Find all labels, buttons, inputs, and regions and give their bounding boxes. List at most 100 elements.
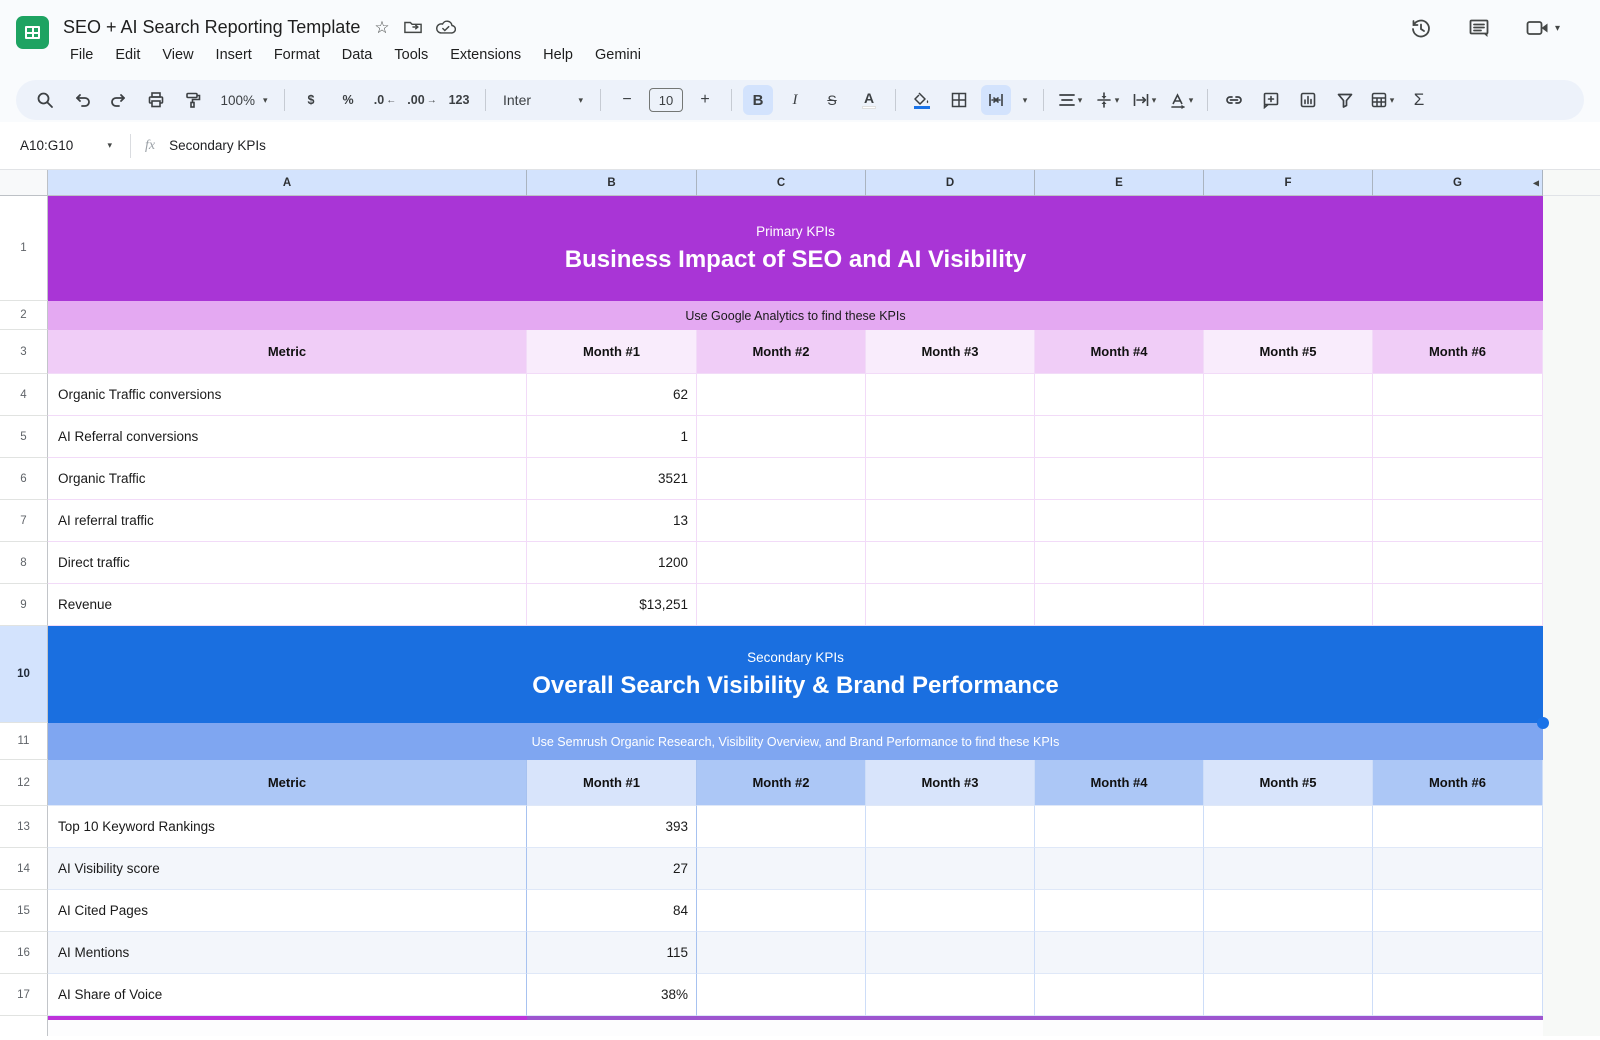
menu-tools[interactable]: Tools xyxy=(387,45,435,65)
cell-empty[interactable] xyxy=(1204,500,1373,542)
italic-button[interactable]: I xyxy=(780,85,810,115)
meet-dropdown-caret-icon[interactable]: ▾ xyxy=(1555,23,1560,34)
cell-empty[interactable] xyxy=(1035,542,1204,584)
menu-data[interactable]: Data xyxy=(335,45,380,65)
row-header-10[interactable]: 10 xyxy=(0,626,48,723)
row-header-15[interactable]: 15 xyxy=(0,890,48,932)
font-size-input[interactable]: 10 xyxy=(649,88,683,112)
column-header-f[interactable]: F xyxy=(1204,170,1373,196)
move-to-folder-icon[interactable] xyxy=(404,19,422,35)
cell-month1-value[interactable]: $13,251 xyxy=(527,584,697,626)
header-cell-month6[interactable]: Month #6 xyxy=(1373,330,1543,374)
format-percent-button[interactable]: % xyxy=(333,85,363,115)
row-header-17[interactable]: 17 xyxy=(0,974,48,1016)
cell-empty[interactable] xyxy=(1373,584,1543,626)
text-rotation-button[interactable]: ▾ xyxy=(1166,85,1196,115)
bold-button[interactable]: B xyxy=(743,85,773,115)
cell-metric[interactable]: Top 10 Keyword Rankings xyxy=(48,806,527,848)
hidden-columns-icon[interactable]: ◀ xyxy=(1533,178,1539,187)
cell-empty[interactable] xyxy=(697,974,866,1016)
cell-empty[interactable] xyxy=(1373,542,1543,584)
row-header-11[interactable]: 11 xyxy=(0,723,48,760)
cell-empty[interactable] xyxy=(697,542,866,584)
column-header-a[interactable]: A xyxy=(48,170,527,196)
cell-empty[interactable] xyxy=(866,458,1035,500)
document-title[interactable]: SEO + AI Search Reporting Template xyxy=(63,17,360,38)
name-box[interactable]: A10:G10 ▾ xyxy=(10,134,122,157)
column-header-c[interactable]: C xyxy=(697,170,866,196)
cell-metric[interactable]: AI referral traffic xyxy=(48,500,527,542)
cell-empty[interactable] xyxy=(1373,974,1543,1016)
format-currency-button[interactable]: $ xyxy=(296,85,326,115)
secondary-kpis-note-cell[interactable]: Use Semrush Organic Research, Visibility… xyxy=(48,723,1543,760)
selection-handle[interactable] xyxy=(1537,717,1549,729)
cell-month1-value[interactable]: 115 xyxy=(527,932,697,974)
cell-empty[interactable] xyxy=(697,848,866,890)
header-cell-month2[interactable]: Month #2 xyxy=(697,330,866,374)
comments-icon[interactable] xyxy=(1467,16,1491,40)
row-header-6[interactable]: 6 xyxy=(0,458,48,500)
cell-empty[interactable] xyxy=(697,500,866,542)
merge-cells-button[interactable] xyxy=(981,85,1011,115)
star-icon[interactable]: ☆ xyxy=(374,19,389,36)
functions-button[interactable]: Σ xyxy=(1404,85,1434,115)
cell-month1-value[interactable]: 13 xyxy=(527,500,697,542)
row-header-16[interactable]: 16 xyxy=(0,932,48,974)
row-header-13[interactable]: 13 xyxy=(0,806,48,848)
cell-metric[interactable]: Organic Traffic conversions xyxy=(48,374,527,416)
column-header-d[interactable]: D xyxy=(866,170,1035,196)
cell-empty[interactable] xyxy=(697,458,866,500)
horizontal-align-button[interactable]: ▾ xyxy=(1055,85,1085,115)
cell-metric[interactable]: AI Mentions xyxy=(48,932,527,974)
cell-empty[interactable] xyxy=(1204,974,1373,1016)
cell-empty[interactable] xyxy=(1373,500,1543,542)
cell-empty[interactable] xyxy=(1204,374,1373,416)
cell-empty[interactable] xyxy=(1035,974,1204,1016)
menu-help[interactable]: Help xyxy=(536,45,580,65)
cell-empty[interactable] xyxy=(866,806,1035,848)
cell-empty[interactable] xyxy=(697,806,866,848)
primary-kpis-band-cell[interactable]: Primary KPIs Business Impact of SEO and … xyxy=(48,196,1543,301)
fill-color-button[interactable] xyxy=(907,85,937,115)
decrease-font-size-button[interactable]: − xyxy=(612,85,642,115)
header-cell-month4[interactable]: Month #4 xyxy=(1035,760,1204,806)
merge-cells-caret-icon[interactable]: ▾ xyxy=(1018,85,1032,115)
row-header-12[interactable]: 12 xyxy=(0,760,48,806)
cell-empty[interactable] xyxy=(1204,584,1373,626)
menu-extensions[interactable]: Extensions xyxy=(443,45,528,65)
menu-edit[interactable]: Edit xyxy=(108,45,147,65)
row-header-5[interactable]: 5 xyxy=(0,416,48,458)
header-cell-month1[interactable]: Month #1 xyxy=(527,760,697,806)
cell-metric[interactable]: Organic Traffic xyxy=(48,458,527,500)
cell-empty[interactable] xyxy=(866,974,1035,1016)
row-header-1[interactable]: 1 xyxy=(0,196,48,301)
header-cell-month6[interactable]: Month #6 xyxy=(1373,760,1543,806)
row-header-3[interactable]: 3 xyxy=(0,330,48,374)
cell-empty[interactable] xyxy=(1373,374,1543,416)
cell-month1-value[interactable]: 1200 xyxy=(527,542,697,584)
increase-font-size-button[interactable]: + xyxy=(690,85,720,115)
cell-month1-value[interactable]: 3521 xyxy=(527,458,697,500)
cell-empty[interactable] xyxy=(866,416,1035,458)
cell-empty[interactable] xyxy=(866,848,1035,890)
cell-empty[interactable] xyxy=(697,416,866,458)
cell-empty[interactable] xyxy=(1204,890,1373,932)
paint-format-icon[interactable] xyxy=(178,85,208,115)
text-color-button[interactable]: A xyxy=(854,85,884,115)
secondary-kpis-band-cell[interactable]: Secondary KPIs Overall Search Visibility… xyxy=(48,626,1543,723)
zoom-select[interactable]: 100% ▾ xyxy=(215,85,273,115)
cell-empty[interactable] xyxy=(1373,932,1543,974)
cell-empty[interactable] xyxy=(866,584,1035,626)
cell-empty[interactable] xyxy=(866,542,1035,584)
cell-empty[interactable] xyxy=(1204,458,1373,500)
header-cell-month4[interactable]: Month #4 xyxy=(1035,330,1204,374)
menu-view[interactable]: View xyxy=(155,45,200,65)
search-icon[interactable] xyxy=(30,85,60,115)
primary-kpis-note-cell[interactable]: Use Google Analytics to find these KPIs xyxy=(48,301,1543,330)
cell-metric[interactable]: AI Cited Pages xyxy=(48,890,527,932)
cell-empty[interactable] xyxy=(697,584,866,626)
cell-empty[interactable] xyxy=(1035,806,1204,848)
column-header-b[interactable]: B xyxy=(527,170,697,196)
row-header-9[interactable]: 9 xyxy=(0,584,48,626)
cell-empty[interactable] xyxy=(1373,890,1543,932)
